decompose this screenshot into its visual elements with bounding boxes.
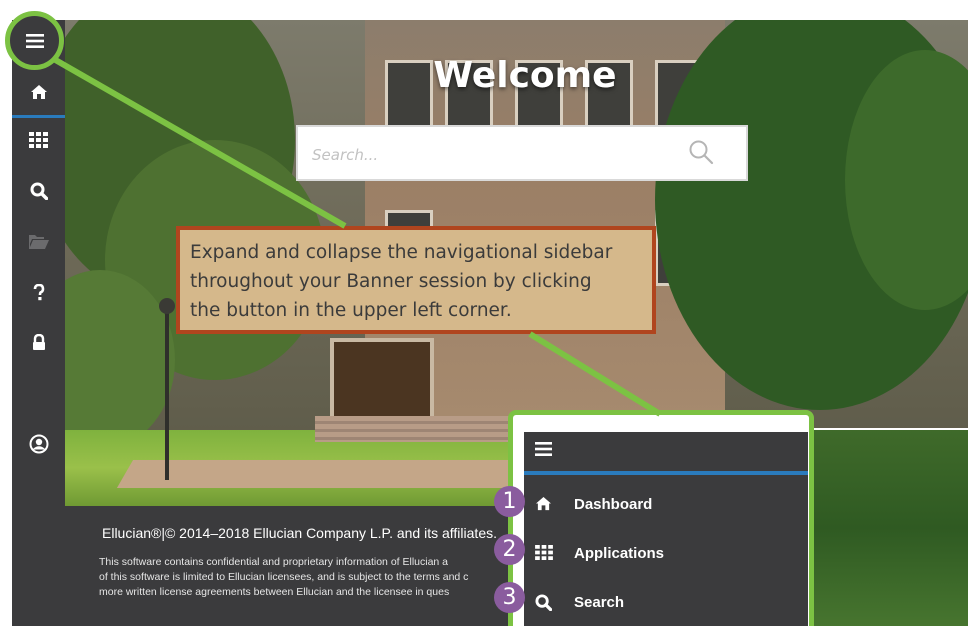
sidebar-item-applications[interactable] <box>12 116 65 164</box>
applications-grid-icon <box>29 132 48 148</box>
search-icon <box>535 594 553 612</box>
step-badge-3: 3 <box>494 582 525 613</box>
sidebar-item-help[interactable] <box>12 268 65 316</box>
sidebar-item-home[interactable] <box>12 68 65 118</box>
nav-item-label: Search <box>574 594 625 611</box>
menu-icon <box>535 442 552 456</box>
sidebar-item-profile[interactable] <box>12 420 65 468</box>
sidebar-item-search[interactable] <box>12 167 65 215</box>
help-icon <box>33 283 44 300</box>
search-button[interactable] <box>688 139 714 169</box>
callout-line: the button in the upper left corner. <box>190 300 512 321</box>
screen: Welcome Expand and collapse the navigati… <box>0 0 968 626</box>
applications-grid-icon <box>535 545 553 560</box>
callout-line: Expand and collapse the navigational sid… <box>190 242 613 263</box>
callout-line: throughout your Banner session by clicki… <box>190 271 592 292</box>
step-badge-2: 2 <box>494 534 525 565</box>
inset-background <box>808 430 968 626</box>
legal-notice-line: This software contains confidential and … <box>99 556 449 568</box>
sidebar-item-lock[interactable] <box>12 318 65 366</box>
sidebar-item-folder[interactable] <box>12 217 65 265</box>
menu-toggle-button[interactable] <box>535 441 552 460</box>
nav-item-label: Dashboard <box>574 496 653 513</box>
legal-notice: This software contains confidential and … <box>99 555 519 600</box>
footer: Ellucian®|© 2014–2018 Ellucian Company L… <box>65 506 520 626</box>
copyright-text: Ellucian®|© 2014–2018 Ellucian Company L… <box>102 525 497 541</box>
search-box <box>296 125 748 181</box>
nav-item-applications[interactable]: Applications <box>524 531 808 580</box>
home-icon <box>536 496 551 511</box>
expanded-sidebar-header <box>524 432 808 475</box>
navigation-sidebar <box>12 20 65 626</box>
nav-item-dashboard[interactable]: Dashboard <box>524 482 808 531</box>
step-badge-1: 1 <box>494 486 525 517</box>
expanded-sidebar: Dashboard Applications Search <box>524 432 808 626</box>
nav-item-label: Applications <box>574 545 665 562</box>
nav-item-search[interactable]: Search <box>524 580 808 626</box>
home-icon <box>30 84 47 99</box>
folder-icon <box>28 234 49 249</box>
menu-icon <box>25 33 44 48</box>
search-icon <box>30 182 48 200</box>
lock-icon <box>32 333 45 350</box>
instruction-callout: Expand and collapse the navigational sid… <box>176 226 656 334</box>
legal-notice-line: more written license agreements between … <box>99 586 450 598</box>
user-profile-icon <box>29 434 48 454</box>
search-input[interactable] <box>310 141 654 169</box>
search-icon <box>689 140 714 165</box>
welcome-heading: Welcome <box>433 55 617 96</box>
legal-notice-line: of this software is limited to Ellucian … <box>99 571 469 583</box>
menu-toggle-button[interactable] <box>5 11 64 70</box>
